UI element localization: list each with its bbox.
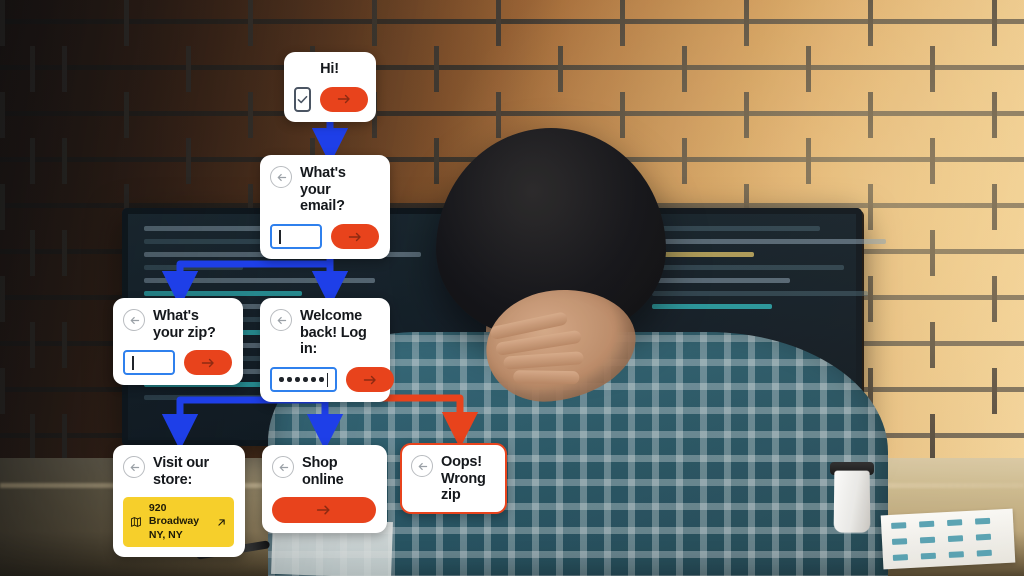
store-back-button[interactable] xyxy=(123,456,145,478)
login-back-button[interactable] xyxy=(270,309,292,331)
login-card[interactable]: Welcome back! Log in: xyxy=(260,298,394,403)
error-back-button[interactable] xyxy=(411,455,433,477)
email-card[interactable]: What's your email? xyxy=(260,155,390,260)
email-card-controls xyxy=(270,224,379,250)
zip-card-header: What's your zip? xyxy=(123,307,232,341)
login-card-controls xyxy=(270,367,394,393)
email-back-button[interactable] xyxy=(270,166,292,188)
shop-online-card[interactable]: Shop online xyxy=(262,445,387,534)
zip-card-title: What's your zip? xyxy=(153,308,216,341)
connector-login-to-store xyxy=(161,396,325,451)
greeting-card-controls xyxy=(294,86,368,112)
arrow-left-circle-icon xyxy=(277,173,286,181)
login-card-title: Welcome back! Log in: xyxy=(300,308,367,358)
screenshot-stage: Hi! What's your email? What's your zip? … xyxy=(0,0,1024,576)
email-card-title: What's your email? xyxy=(300,165,346,215)
error-card-title: Oops! Wrong zip xyxy=(441,454,486,504)
login-submit-button[interactable] xyxy=(346,367,394,393)
greeting-card[interactable]: Hi! xyxy=(284,52,376,122)
arrow-left-circle-icon xyxy=(279,463,288,471)
arrow-right-icon xyxy=(337,95,350,104)
connector-login-to-error xyxy=(330,394,479,449)
password-input[interactable] xyxy=(270,367,337,393)
store-card-header: Visit our store: xyxy=(123,454,234,488)
arrow-right-icon xyxy=(316,505,330,515)
arrow-up-right-icon xyxy=(218,518,225,526)
text-caret xyxy=(326,372,328,387)
greeting-submit-button[interactable] xyxy=(320,86,368,112)
shop-card-controls xyxy=(272,497,376,524)
zip-card[interactable]: What's your zip? xyxy=(113,298,243,386)
arrow-right-icon xyxy=(201,358,214,368)
email-card-header: What's your email? xyxy=(270,164,379,215)
shop-submit-button[interactable] xyxy=(272,497,376,524)
check-icon xyxy=(297,95,308,103)
zip-back-button[interactable] xyxy=(123,309,145,331)
shop-card-title: Shop online xyxy=(302,455,344,488)
wrong-zip-card[interactable]: Oops! Wrong zip xyxy=(400,443,507,515)
email-submit-button[interactable] xyxy=(331,224,379,250)
consent-checkbox[interactable] xyxy=(294,86,311,112)
text-caret xyxy=(279,229,281,244)
greeting-card-title: Hi! xyxy=(320,61,339,77)
map-icon xyxy=(131,517,141,527)
arrow-left-circle-icon xyxy=(418,462,427,470)
shop-back-button[interactable] xyxy=(272,456,294,478)
zip-input[interactable] xyxy=(123,350,175,376)
email-input[interactable] xyxy=(270,224,322,250)
visit-store-card[interactable]: Visit our store: 920 Broadway NY, NY xyxy=(113,445,245,557)
connector-email-to-zip xyxy=(161,260,330,308)
text-caret xyxy=(132,355,134,370)
store-card-title: Visit our store: xyxy=(153,455,209,488)
store-address-text: 920 Broadway NY, NY xyxy=(148,502,200,541)
error-card-header: Oops! Wrong zip xyxy=(411,453,494,504)
login-card-header: Welcome back! Log in: xyxy=(270,307,379,358)
arrow-left-circle-icon xyxy=(130,463,139,471)
store-address-chip[interactable]: 920 Broadway NY, NY xyxy=(123,497,234,547)
arrow-right-icon xyxy=(363,375,376,384)
arrow-left-circle-icon xyxy=(277,316,286,324)
password-mask-dots xyxy=(279,377,324,382)
zip-card-controls xyxy=(123,350,232,376)
arrow-right-icon xyxy=(348,232,361,241)
arrow-left-circle-icon xyxy=(130,316,139,324)
shop-card-header: Shop online xyxy=(272,454,376,488)
zip-submit-button[interactable] xyxy=(184,350,232,376)
